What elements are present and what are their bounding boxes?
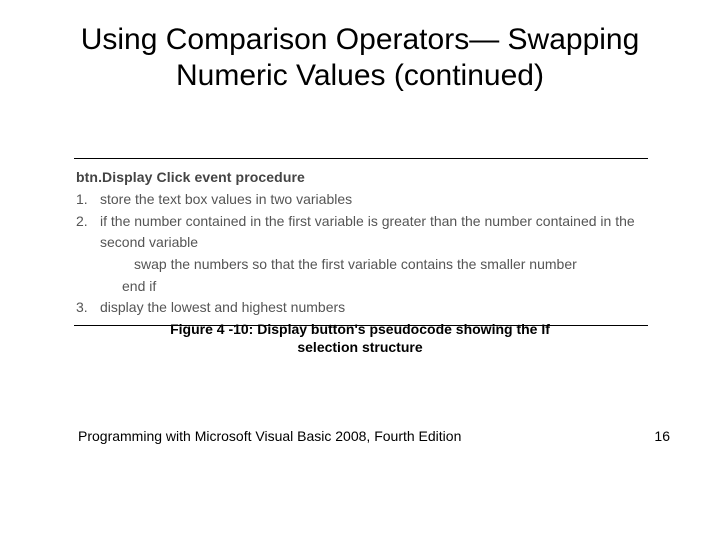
step-number: 1. [74, 189, 100, 211]
page-number: 16 [654, 428, 670, 444]
procedure-steps: 1. store the text box values in two vari… [74, 189, 648, 319]
step-2: 2. if the number contained in the first … [74, 211, 648, 254]
step-2-endif: end if [74, 276, 648, 298]
step-number: 3. [74, 297, 100, 319]
step-number: 2. [74, 211, 100, 254]
step-1: 1. store the text box values in two vari… [74, 189, 648, 211]
pseudocode-figure: btn.Display Click event procedure 1. sto… [74, 158, 648, 326]
slide-title: Using Comparison Operators— Swapping Num… [0, 22, 720, 94]
step-text: if the number contained in the first var… [100, 211, 648, 254]
step-text: store the text box values in two variabl… [100, 189, 648, 211]
step-text: display the lowest and highest numbers [100, 297, 648, 319]
slide: Using Comparison Operators— Swapping Num… [0, 0, 720, 540]
step-3: 3. display the lowest and highest number… [74, 297, 648, 319]
figure-caption: Figure 4 -10: Display button's pseudocod… [0, 320, 720, 356]
step-2-substep: swap the numbers so that the first varia… [74, 254, 648, 276]
procedure-title: btn.Display Click event procedure [74, 169, 648, 185]
footer-text: Programming with Microsoft Visual Basic … [78, 428, 461, 444]
